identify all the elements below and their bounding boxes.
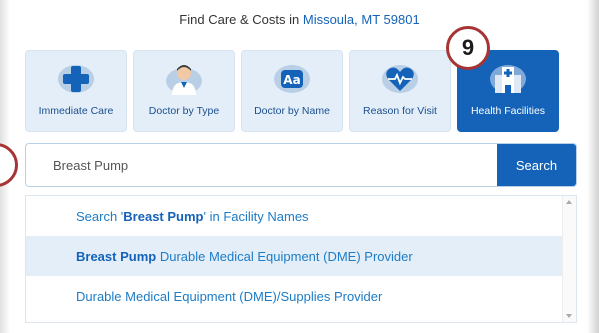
suggestion-item[interactable]: Durable Medical Equipment (DME)/Supplies… [26,276,576,316]
suggestion-item-selected[interactable]: Breast Pump Durable Medical Equipment (D… [26,236,576,276]
suggestion-bold: Breast Pump [76,248,157,264]
scroll-down-arrow-icon[interactable] [566,314,572,318]
tile-label: Immediate Care [38,105,114,117]
doctor-icon [164,61,204,97]
tile-label: Health Facilities [470,105,546,117]
tile-label: Reason for Visit [363,105,437,117]
location-link[interactable]: Missoula, MT 59801 [303,12,420,27]
suggestions-dropdown: Search ' Breast Pump ' in Facility Names B… [25,195,577,323]
find-care-heading: Find Care & Costs in Missoula, MT 59801 [0,12,599,27]
tile-doctor-by-name[interactable]: Aa Doctor by Name [241,50,343,132]
heart-pulse-icon [380,61,420,97]
callout-number-badge: 9 [446,26,490,70]
search-input[interactable] [26,144,497,186]
scroll-up-arrow-icon[interactable] [566,200,572,204]
dropdown-scrollbar[interactable] [562,196,576,322]
tile-label: Doctor by Type [148,105,220,117]
page-shadow-right [587,0,599,333]
suggestion-pre: Search ' [76,208,124,224]
hospital-building-icon [488,61,528,97]
suggestion-post: Durable Medical Equipment (DME) Provider [159,248,413,264]
heading-prefix: Find Care & Costs in [179,12,300,27]
suggestion-bold: Breast Pump [123,208,204,224]
svg-text:Aa: Aa [283,73,300,87]
tile-doctor-by-type[interactable]: Doctor by Type [133,50,235,132]
suggestion-post: ' in Facility Names [203,208,309,224]
suggestion-item[interactable]: Search ' Breast Pump ' in Facility Names [26,196,576,236]
tile-label: Doctor by Name [254,105,330,117]
tile-immediate-care[interactable]: Immediate Care [25,50,127,132]
search-button[interactable]: Search [497,144,576,186]
callout-number-badge-partial [0,143,18,187]
search-bar: Search [25,143,577,187]
tile-reason-for-visit[interactable]: Reason for Visit [349,50,451,132]
medical-cross-icon [56,61,96,97]
suggestion-post: Durable Medical Equipment (DME)/Supplies… [76,288,383,304]
name-aa-icon: Aa [272,61,312,97]
